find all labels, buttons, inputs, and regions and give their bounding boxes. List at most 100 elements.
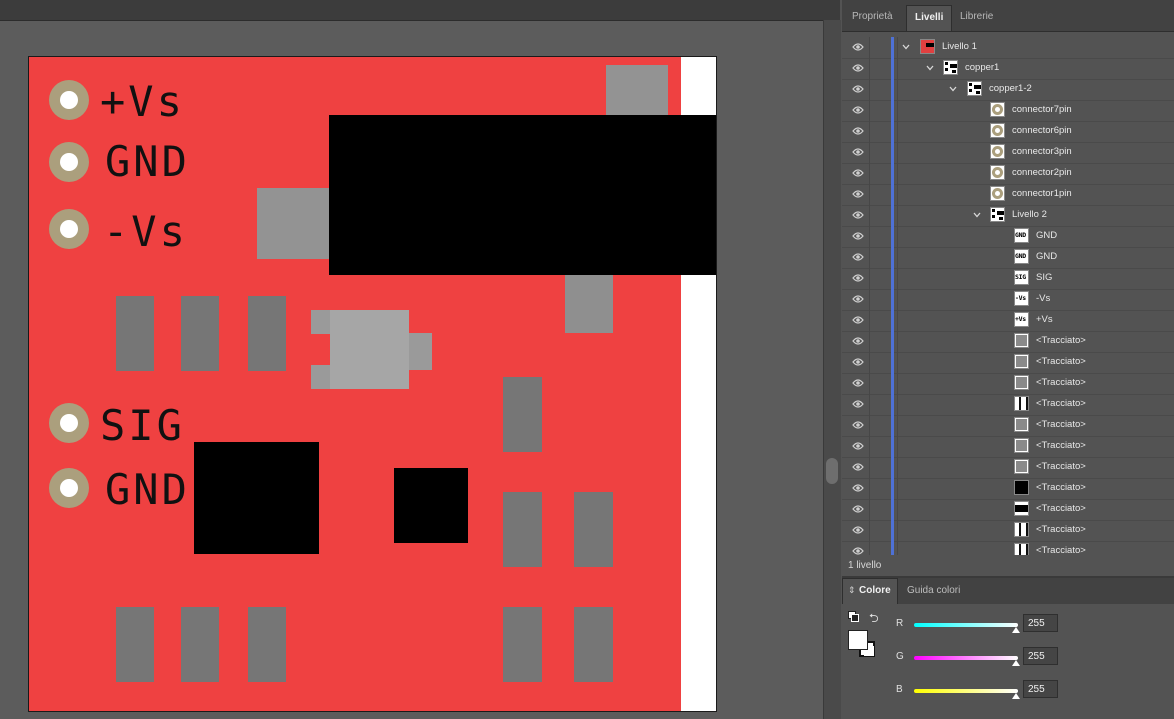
layer-row[interactable]: copper1 [842, 58, 1174, 80]
ic-small-left[interactable] [194, 442, 319, 554]
chevron-down-icon[interactable] [925, 63, 935, 73]
sot-lead-left-bottom[interactable] [311, 365, 331, 389]
layer-name[interactable]: <Tracciato> [1036, 524, 1086, 535]
tab-libraries[interactable]: Librerie [952, 5, 1001, 31]
layer-row[interactable]: <Tracciato> [842, 394, 1174, 416]
layer-name[interactable]: GND [1036, 251, 1057, 262]
connector-hole-4[interactable] [49, 403, 89, 443]
layer-row[interactable]: <Tracciato> [842, 541, 1174, 555]
sot-lead-left-top[interactable] [311, 310, 331, 334]
ic-large[interactable] [329, 115, 716, 275]
channel-slider[interactable] [914, 689, 1018, 693]
visibility-eye-icon[interactable] [852, 315, 864, 325]
channel-value-input[interactable]: 255 [1023, 647, 1058, 665]
layer-row[interactable]: <Tracciato> [842, 436, 1174, 458]
sot-lead-right[interactable] [407, 333, 432, 370]
ic-small-right[interactable] [394, 468, 468, 543]
layer-name[interactable]: <Tracciato> [1036, 377, 1086, 388]
layer-row[interactable]: +Vs +Vs [842, 310, 1174, 332]
visibility-eye-icon[interactable] [852, 399, 864, 409]
visibility-eye-icon[interactable] [852, 147, 864, 157]
layer-name[interactable]: <Tracciato> [1036, 482, 1086, 493]
layer-row[interactable]: connector7pin [842, 100, 1174, 122]
visibility-eye-icon[interactable] [852, 105, 864, 115]
visibility-eye-icon[interactable] [852, 525, 864, 535]
layer-row[interactable]: Livello 2 [842, 205, 1174, 227]
layer-list[interactable]: Livello 1 copper1 copper1-2 connector7pin co… [842, 37, 1174, 555]
visibility-eye-icon[interactable] [852, 231, 864, 241]
tab-properties[interactable]: Proprietà [844, 5, 901, 31]
fill-swatch[interactable] [848, 630, 868, 650]
pad-right-small[interactable] [565, 275, 613, 333]
visibility-eye-icon[interactable] [852, 294, 864, 304]
visibility-eye-icon[interactable] [852, 357, 864, 367]
tab-color-guide[interactable]: Guida colori [907, 585, 960, 596]
layer-name[interactable]: Livello 2 [1012, 209, 1047, 220]
visibility-eye-icon[interactable] [852, 273, 864, 283]
pad-bottom-4[interactable] [503, 607, 542, 682]
visibility-eye-icon[interactable] [852, 483, 864, 493]
layer-row[interactable]: -Vs -Vs [842, 289, 1174, 311]
layer-name[interactable]: Livello 1 [942, 41, 977, 52]
layer-name[interactable]: connector7pin [1012, 104, 1072, 115]
artboard[interactable]: +Vs GND -Vs SIG GND [28, 56, 717, 712]
slider-knob[interactable] [1012, 627, 1020, 633]
layer-name[interactable]: connector6pin [1012, 125, 1072, 136]
visibility-eye-icon[interactable] [852, 210, 864, 220]
layer-name[interactable]: connector1pin [1012, 188, 1072, 199]
layer-row[interactable]: Livello 1 [842, 37, 1174, 59]
pcb-board[interactable]: +Vs GND -Vs SIG GND [29, 57, 716, 711]
layer-name[interactable]: connector3pin [1012, 146, 1072, 157]
layer-name[interactable]: <Tracciato> [1036, 356, 1086, 367]
visibility-eye-icon[interactable] [852, 63, 864, 73]
pad-bottom-1[interactable] [116, 607, 154, 682]
layer-name[interactable]: <Tracciato> [1036, 461, 1086, 472]
layer-row[interactable]: connector3pin [842, 142, 1174, 164]
pad-bottom-3[interactable] [248, 607, 286, 682]
pad-row1-1[interactable] [116, 296, 154, 371]
visibility-eye-icon[interactable] [852, 462, 864, 472]
layer-name[interactable]: copper1 [965, 62, 999, 73]
layer-row[interactable]: <Tracciato> [842, 457, 1174, 479]
visibility-eye-icon[interactable] [852, 336, 864, 346]
pad-bottom-5[interactable] [574, 607, 613, 682]
layer-row[interactable]: <Tracciato> [842, 499, 1174, 521]
visibility-eye-icon[interactable] [852, 42, 864, 52]
pad-bottom-2[interactable] [181, 607, 219, 682]
visibility-eye-icon[interactable] [852, 189, 864, 199]
slider-knob[interactable] [1012, 660, 1020, 666]
pad-row1-2[interactable] [181, 296, 219, 371]
pad-row2-right-1[interactable] [503, 492, 542, 567]
visibility-eye-icon[interactable] [852, 504, 864, 514]
visibility-eye-icon[interactable] [852, 420, 864, 430]
chevron-down-icon[interactable] [948, 84, 958, 94]
silk-label-sig[interactable]: SIG [100, 405, 185, 447]
layer-name[interactable]: <Tracciato> [1036, 398, 1086, 409]
layer-name[interactable]: <Tracciato> [1036, 545, 1086, 555]
layer-row[interactable]: <Tracciato> [842, 478, 1174, 500]
layer-name[interactable]: +Vs [1036, 314, 1053, 325]
vertical-scrollbar[interactable] [823, 20, 841, 719]
chevron-down-icon[interactable] [901, 42, 911, 52]
channel-slider[interactable] [914, 656, 1018, 660]
chevron-down-icon[interactable] [972, 210, 982, 220]
visibility-eye-icon[interactable] [852, 378, 864, 388]
layer-name[interactable]: <Tracciato> [1036, 503, 1086, 514]
visibility-eye-icon[interactable] [852, 84, 864, 94]
silk-label-gnd-2[interactable]: GND [105, 469, 190, 511]
document-workspace[interactable]: +Vs GND -Vs SIG GND [0, 0, 840, 719]
tab-color[interactable]: ⇕ Colore [842, 578, 898, 604]
visibility-eye-icon[interactable] [852, 252, 864, 262]
default-colors-icon[interactable] [848, 611, 859, 622]
visibility-eye-icon[interactable] [852, 168, 864, 178]
connector-hole-3[interactable] [49, 209, 89, 249]
layer-name[interactable]: SIG [1036, 272, 1052, 283]
layer-name[interactable]: copper1-2 [989, 83, 1032, 94]
layer-row[interactable]: <Tracciato> [842, 415, 1174, 437]
silk-label-gnd-1[interactable]: GND [105, 141, 190, 183]
visibility-eye-icon[interactable] [852, 546, 864, 555]
visibility-eye-icon[interactable] [852, 441, 864, 451]
layer-row[interactable]: copper1-2 [842, 79, 1174, 101]
swap-colors-icon[interactable]: ⮌ [869, 609, 879, 630]
connector-hole-5[interactable] [49, 468, 89, 508]
